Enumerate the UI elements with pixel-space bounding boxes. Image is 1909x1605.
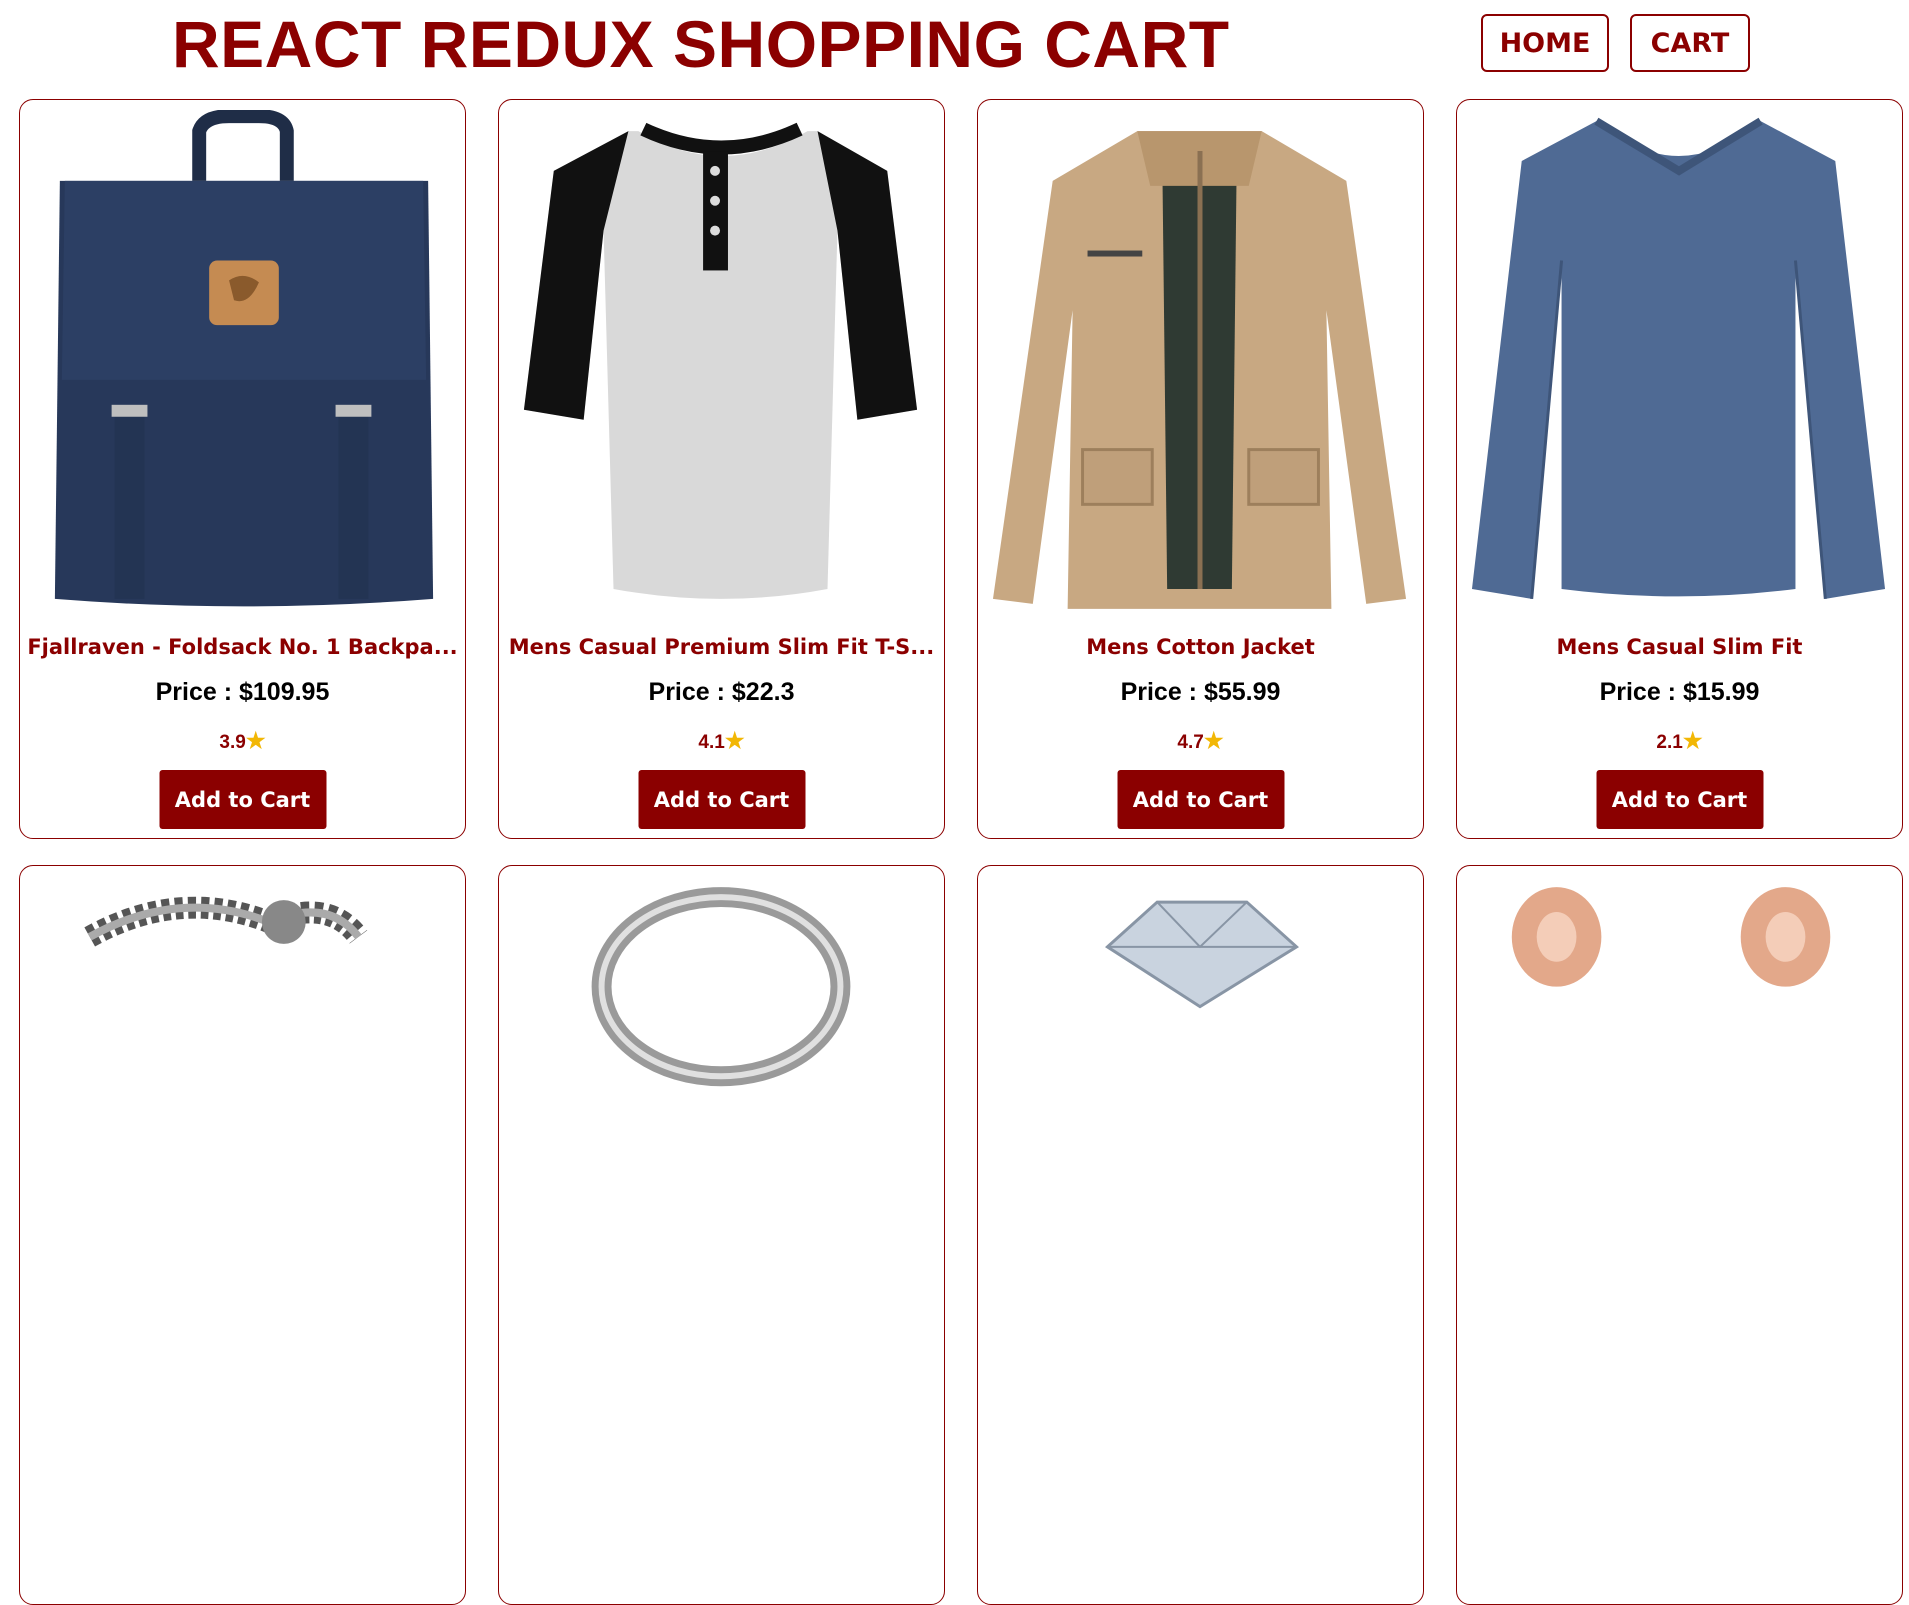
product-rating: 4.1★ [499, 728, 944, 754]
product-card [1456, 865, 1903, 1605]
rose-gold-earrings-image[interactable] [1467, 876, 1892, 1386]
price-value: $22.3 [731, 678, 795, 706]
product-title[interactable]: Mens Casual Premium Slim Fit T-S... [499, 635, 944, 659]
product-price: Price : $55.99 [978, 678, 1423, 707]
star-icon: ★ [245, 728, 266, 753]
price-value: $15.99 [1682, 678, 1760, 706]
home-button[interactable]: HOME [1481, 14, 1609, 72]
rating-value: 4.1 [698, 732, 725, 753]
silver-ring-image[interactable] [509, 876, 934, 1386]
product-title[interactable]: Mens Cotton Jacket [978, 635, 1423, 659]
star-icon: ★ [1203, 728, 1224, 753]
product-title[interactable]: Fjallraven - Foldsack No. 1 Backpa... [20, 635, 465, 659]
product-price: Price : $109.95 [20, 678, 465, 707]
price-label: Price : [1599, 678, 1683, 706]
site-title: REACT REDUX SHOPPING CART [172, 7, 1230, 81]
rating-value: 2.1 [1656, 732, 1683, 753]
add-to-cart-button[interactable]: Add to Cart [1117, 770, 1284, 829]
product-rating: 4.7★ [978, 728, 1423, 754]
product-card [19, 865, 466, 1605]
product-card: Mens Casual Premium Slim Fit T-S... Pric… [498, 99, 945, 839]
site-header: REACT REDUX SHOPPING CART HOME CART [0, 0, 1909, 98]
product-card: Fjallraven - Foldsack No. 1 Backpa... Pr… [19, 99, 466, 839]
product-card [977, 865, 1424, 1605]
product-card: Mens Casual Slim Fit Price : $15.99 2.1★… [1456, 99, 1903, 839]
product-card [498, 865, 945, 1605]
price-value: $109.95 [239, 678, 330, 706]
cotton-jacket-image[interactable] [988, 110, 1413, 620]
product-rating: 2.1★ [1457, 728, 1902, 754]
price-label: Price : [155, 678, 239, 706]
add-to-cart-button[interactable]: Add to Cart [638, 770, 805, 829]
top-nav: HOME CART [1481, 14, 1750, 72]
price-label: Price : [648, 678, 732, 706]
backpack-image[interactable] [30, 110, 455, 620]
price-value: $55.99 [1203, 678, 1281, 706]
product-grid: Fjallraven - Foldsack No. 1 Backpa... Pr… [19, 99, 1903, 1605]
rating-value: 3.9 [219, 732, 246, 753]
cart-button[interactable]: CART [1630, 14, 1750, 72]
add-to-cart-button[interactable]: Add to Cart [1596, 770, 1763, 829]
price-label: Price : [1120, 678, 1204, 706]
product-price: Price : $15.99 [1457, 678, 1902, 707]
product-price: Price : $22.3 [499, 678, 944, 707]
diamond-ring-image[interactable] [988, 876, 1413, 1386]
longsleeve-shirt-image[interactable] [1467, 110, 1892, 620]
chain-bracelet-image[interactable] [30, 876, 455, 1386]
raglan-tshirt-image[interactable] [509, 110, 934, 620]
rating-value: 4.7 [1177, 732, 1204, 753]
product-title[interactable]: Mens Casual Slim Fit [1457, 635, 1902, 659]
star-icon: ★ [1682, 728, 1703, 753]
add-to-cart-button[interactable]: Add to Cart [159, 770, 326, 829]
product-card: Mens Cotton Jacket Price : $55.99 4.7★ A… [977, 99, 1424, 839]
star-icon: ★ [724, 728, 745, 753]
product-rating: 3.9★ [20, 728, 465, 754]
